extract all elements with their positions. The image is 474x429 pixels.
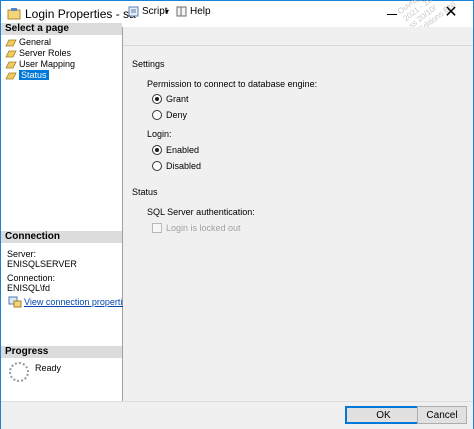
page-item-status[interactable]: Status [5, 70, 49, 80]
progress-header: Progress [1, 346, 122, 358]
disabled-label: Disabled [166, 161, 202, 171]
help-button[interactable]: Help [176, 4, 211, 18]
grant-radio[interactable] [152, 94, 162, 104]
chevron-down-icon: ▾ [165, 6, 170, 16]
ok-button[interactable]: OK [345, 406, 422, 424]
deny-label: Deny [166, 110, 188, 120]
page-icon [5, 72, 17, 79]
toolbar-divider [123, 45, 473, 46]
settings-section-title: Settings [132, 59, 165, 69]
enabled-label: Enabled [166, 145, 200, 155]
login-properties-window: Login Properties - sa ✕ Ouvrage pré- 202… [0, 0, 474, 429]
help-icon [176, 6, 187, 16]
locked-out-checkbox[interactable] [152, 223, 162, 233]
page-icon [5, 39, 17, 46]
left-panel [1, 27, 123, 401]
status-section-title: Status [132, 187, 158, 197]
deny-radio[interactable] [152, 110, 162, 120]
progress-spinner-icon [9, 362, 29, 382]
enabled-radio[interactable] [152, 145, 162, 155]
script-icon [128, 6, 139, 16]
page-icon [5, 50, 17, 57]
script-dropdown-arrow[interactable]: ▾ [165, 4, 169, 18]
connection-properties-icon [8, 296, 22, 308]
grant-label: Grant [166, 94, 189, 104]
view-connection-properties-link[interactable]: View connection properties [24, 297, 132, 307]
page-item-user-mapping[interactable]: User Mapping [5, 59, 75, 69]
permission-label: Permission to connect to database engine… [147, 79, 318, 89]
server-value: ENISQLSERVER [7, 259, 77, 269]
connection-header: Connection [1, 231, 122, 243]
locked-out-label: Login is locked out [166, 223, 241, 233]
connection-value: ENISQL\fd [7, 283, 51, 293]
script-button[interactable]: Script [128, 4, 168, 18]
server-label: Server: [7, 249, 37, 259]
page-item-general[interactable]: General [5, 37, 51, 47]
sql-auth-label: SQL Server authentication: [147, 207, 255, 217]
login-icon [7, 8, 21, 20]
select-page-header: Select a page [1, 23, 122, 35]
progress-status: Ready [35, 363, 62, 373]
page-icon [5, 61, 17, 68]
login-label: Login: [147, 129, 172, 139]
connection-label: Connection: [7, 273, 56, 283]
cancel-button[interactable]: Cancel [417, 406, 467, 424]
window-title: Login Properties - sa [25, 7, 136, 21]
page-item-server-roles[interactable]: Server Roles [5, 48, 71, 58]
disabled-radio[interactable] [152, 161, 162, 171]
